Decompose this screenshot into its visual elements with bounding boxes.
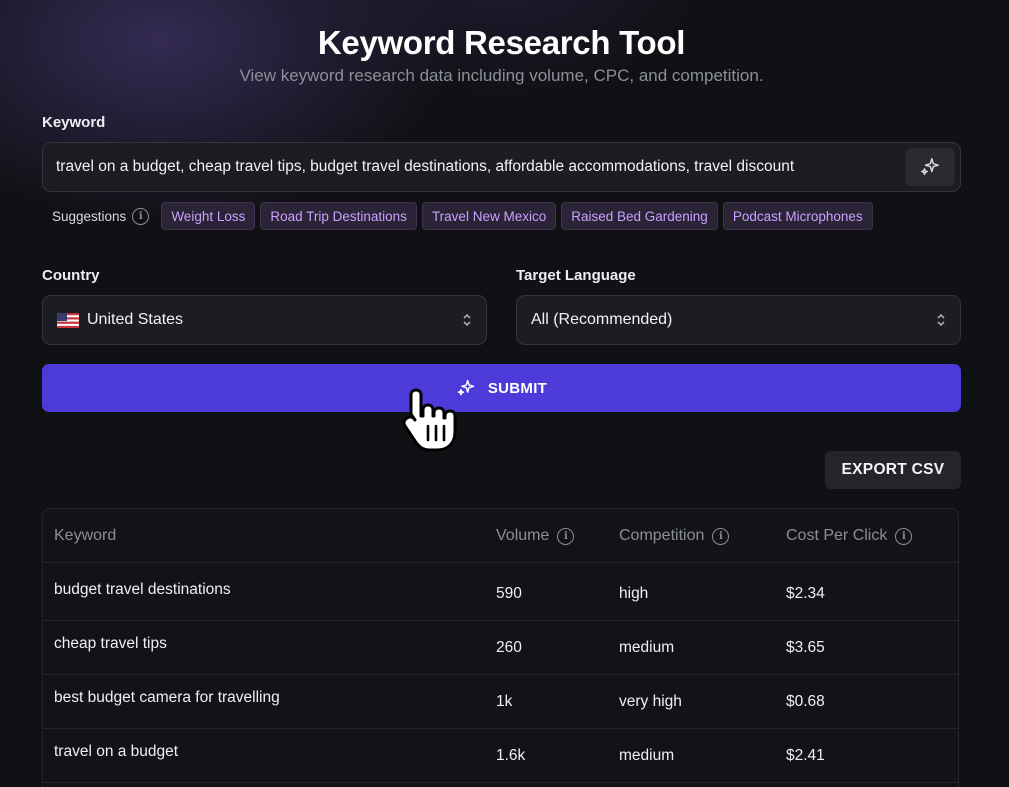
keyword-cell: best budget camera for travelling	[54, 689, 280, 706]
column-header-keyword[interactable]: Keyword	[54, 509, 116, 563]
info-icon[interactable]: i	[132, 207, 150, 225]
competition-cell: medium	[619, 639, 675, 656]
suggestion-chip[interactable]: Weight Loss	[161, 202, 256, 230]
submit-button[interactable]: SUBMIT	[42, 364, 961, 412]
suggestions-bar: Suggestions i Weight Loss Road Trip Dest…	[42, 201, 878, 231]
info-icon[interactable]: i	[557, 527, 575, 545]
sparkles-icon[interactable]	[905, 148, 955, 186]
suggestion-chip[interactable]: Podcast Microphones	[722, 202, 873, 230]
page-title: Keyword Research Tool	[317, 24, 686, 61]
column-header-competition[interactable]: Competition i	[619, 509, 730, 563]
keyword-input-value[interactable]: travel on a budget, cheap travel tips, b…	[56, 158, 897, 176]
column-header-volume[interactable]: Volume i	[496, 509, 575, 563]
country-label: Country	[42, 267, 100, 284]
volume-cell: 590	[496, 585, 522, 602]
column-header-label: Volume	[496, 527, 550, 544]
cpc-cell: $2.41	[786, 747, 825, 764]
keyword-cell: cheap travel tips	[54, 635, 167, 652]
language-selected: All (Recommended)	[531, 311, 673, 328]
keyword-input[interactable]: travel on a budget, cheap travel tips, b…	[42, 142, 961, 192]
table-row[interactable]: best budget camera for travelling 1k ver…	[43, 675, 958, 729]
cpc-cell: $3.65	[786, 639, 825, 656]
page-subtitle: View keyword research data including vol…	[239, 66, 764, 85]
suggestions-label: Suggestions	[52, 208, 127, 224]
suggestion-chip[interactable]: Raised Bed Gardening	[561, 202, 718, 230]
competition-cell: very high	[619, 693, 682, 710]
results-table: Keyword Volume i Competition i Cost Per …	[42, 508, 959, 787]
suggestion-chips: Weight Loss Road Trip Destinations Trave…	[161, 202, 877, 230]
keyword-cell: travel on a budget	[54, 743, 179, 760]
cpc-cell: $0.68	[786, 693, 825, 710]
us-flag-icon	[57, 312, 79, 328]
suggestion-chip[interactable]: Road Trip Destinations	[260, 202, 417, 230]
column-header-cpc[interactable]: Cost Per Click i	[786, 509, 913, 563]
keyword-cell: budget travel destinations	[54, 581, 231, 598]
table-row[interactable]: budget travel destinations 590 high $2.3…	[43, 567, 958, 621]
table-row[interactable]: travel on a budget 1.6k medium $2.41	[43, 729, 958, 783]
info-icon[interactable]: i	[712, 527, 730, 545]
hand-pointer-cursor-icon	[400, 386, 462, 459]
volume-cell: 1k	[496, 693, 513, 710]
column-header-label: Competition	[619, 527, 705, 544]
country-selected: United States	[87, 311, 184, 328]
table-row[interactable]: cheap travel tips 260 medium $3.65	[43, 621, 958, 675]
language-select[interactable]: All (Recommended)	[516, 295, 961, 345]
language-label: Target Language	[516, 267, 636, 284]
country-select[interactable]: United States	[42, 295, 487, 345]
info-icon[interactable]: i	[895, 527, 913, 545]
volume-cell: 1.6k	[496, 747, 526, 764]
chevron-up-down-icon	[462, 312, 472, 328]
column-header-label: Cost Per Click	[786, 527, 888, 544]
submit-label: SUBMIT	[487, 379, 548, 397]
table-header-row: Keyword Volume i Competition i Cost Per …	[43, 509, 958, 563]
competition-cell: medium	[619, 747, 675, 764]
suggestion-chip[interactable]: Travel New Mexico	[421, 202, 557, 230]
export-csv-button[interactable]: EXPORT CSV	[825, 451, 961, 489]
competition-cell: high	[619, 585, 649, 602]
column-header-label: Keyword	[54, 527, 117, 544]
volume-cell: 260	[496, 639, 522, 656]
chevron-up-down-icon	[936, 312, 946, 328]
cpc-cell: $2.34	[786, 585, 825, 602]
keyword-label: Keyword	[42, 114, 106, 131]
